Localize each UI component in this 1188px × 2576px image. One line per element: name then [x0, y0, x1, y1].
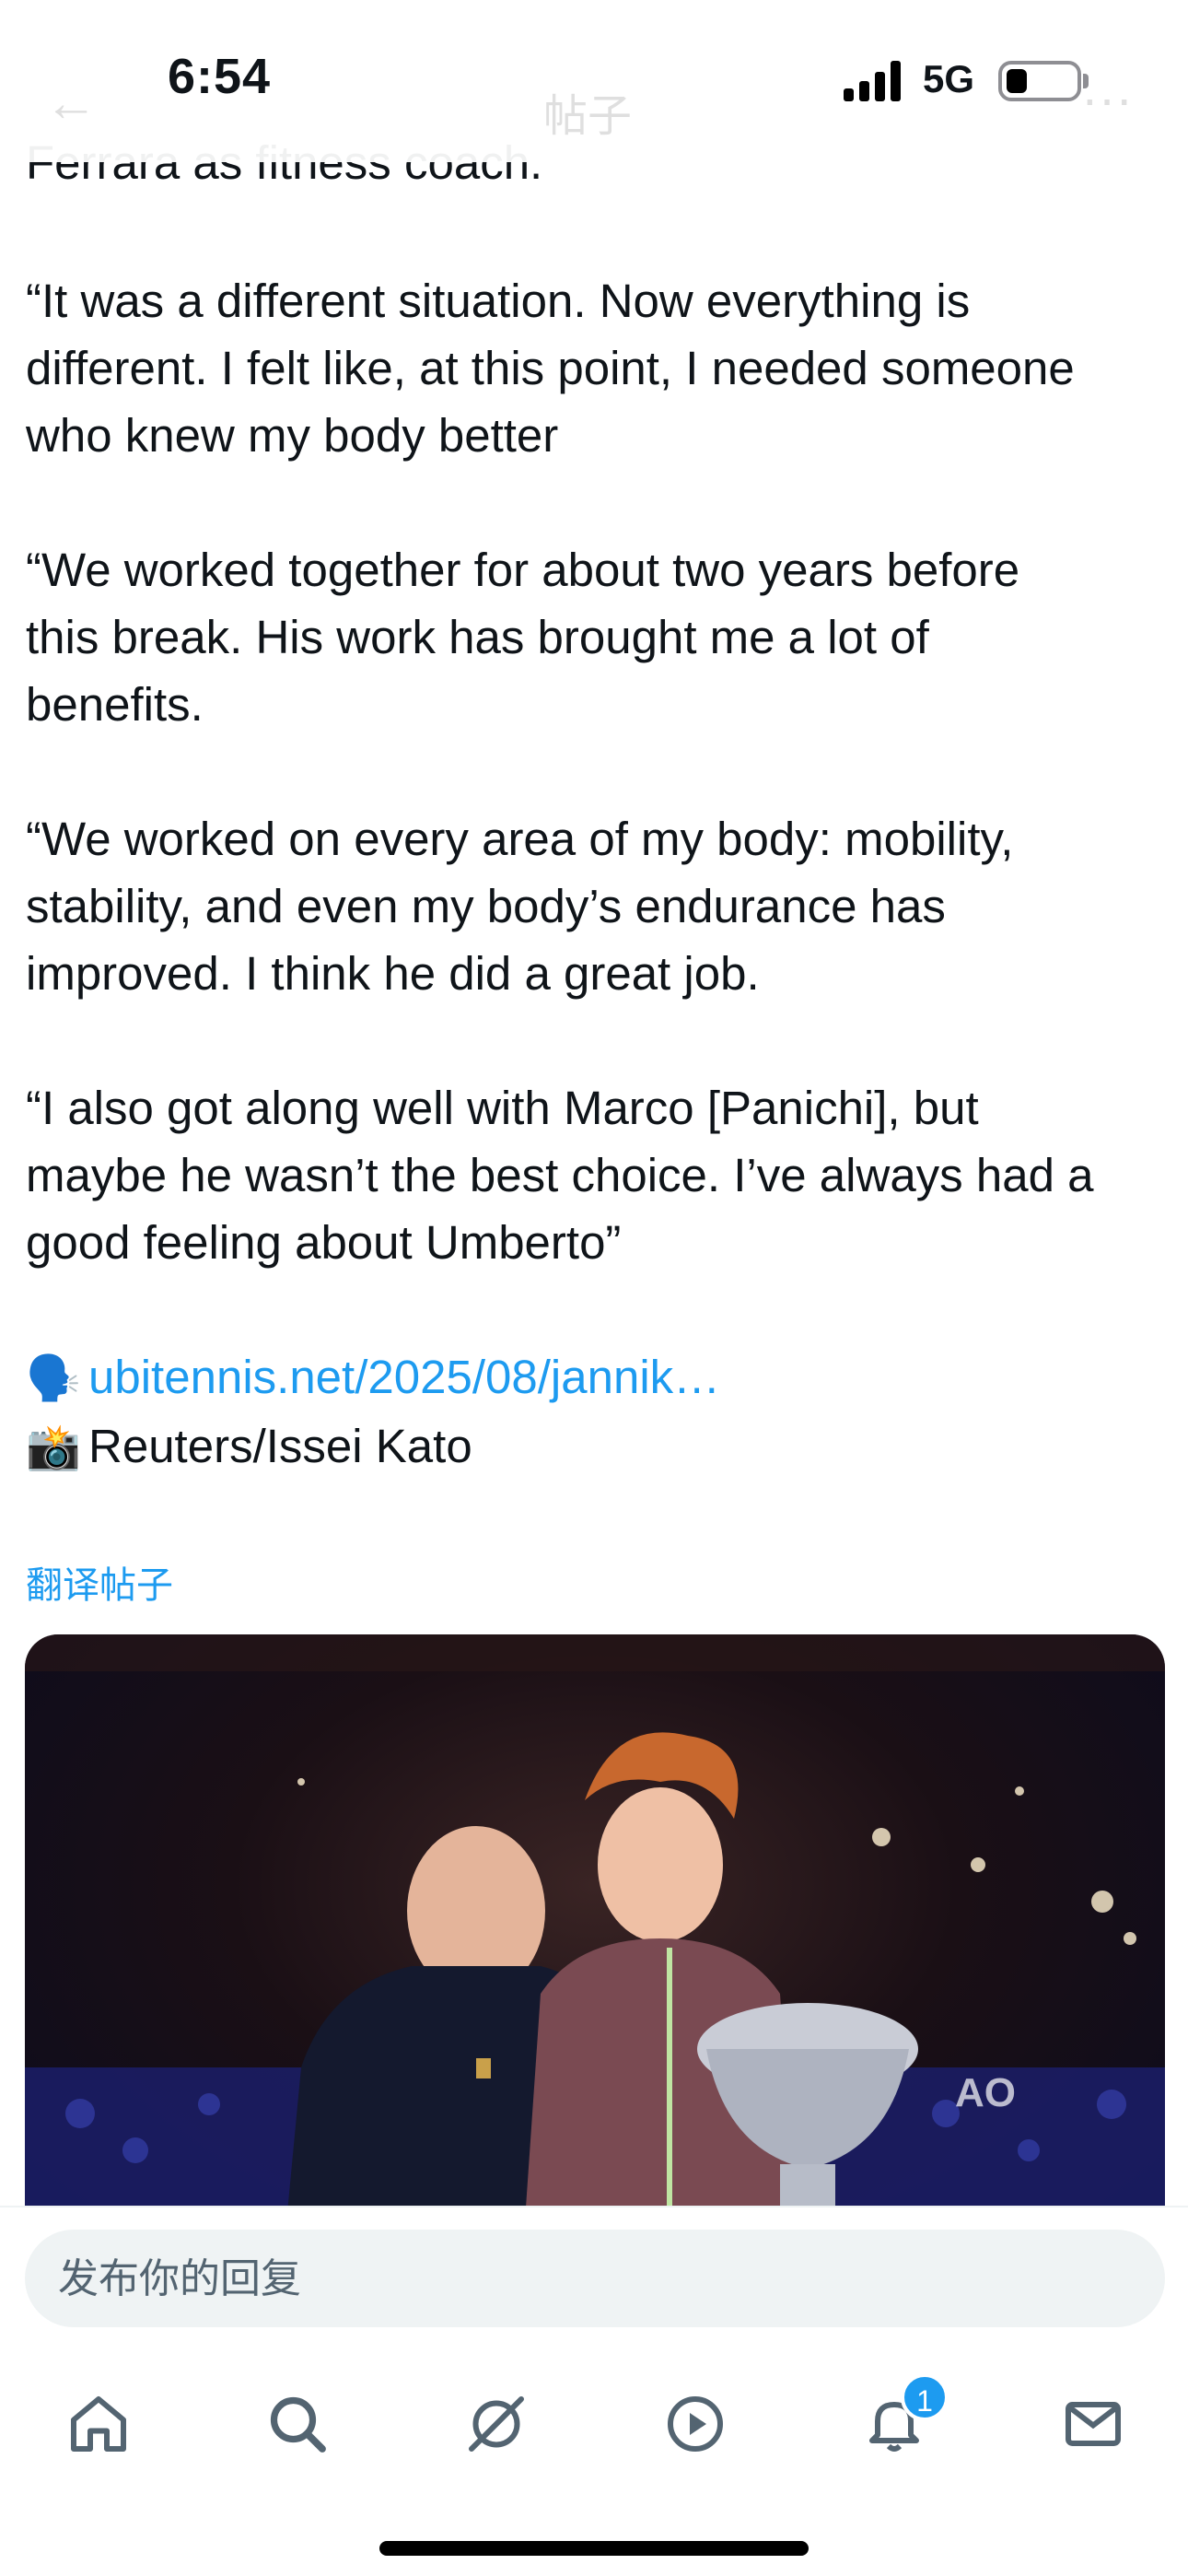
nav-home[interactable]	[48, 2373, 149, 2475]
nav-search[interactable]	[247, 2373, 348, 2475]
battery-cap	[1083, 74, 1089, 88]
search-icon	[270, 2396, 326, 2453]
speaking-head-emoji: 🗣️	[26, 1354, 81, 1403]
home-icon	[71, 2396, 126, 2452]
nav-video[interactable]	[645, 2373, 746, 2475]
svg-text:AO: AO	[955, 2070, 1016, 2115]
nav-messages[interactable]	[1042, 2373, 1144, 2475]
mail-icon	[1066, 2402, 1121, 2446]
status-bar: ← 帖子 ··· 6:54 5G	[0, 0, 1188, 162]
photo-illustration: AO	[25, 1634, 1165, 2261]
status-time: 6:54	[168, 49, 272, 104]
tweet-detail-screen: Ferrara as fitness coach. “It was a diff…	[0, 0, 1188, 2576]
tweet-photo[interactable]: AO	[25, 1634, 1165, 2261]
reply-input[interactable]	[25, 2230, 1165, 2327]
play-icon	[668, 2396, 723, 2452]
signal-icon	[844, 61, 906, 101]
photo-credit: Reuters/Issei Kato	[88, 1420, 472, 1472]
battery-icon	[998, 61, 1081, 101]
home-indicator[interactable]	[379, 2541, 809, 2556]
paragraph: “It was a different situation. Now every…	[26, 275, 1075, 462]
notification-badge: 1	[901, 2373, 949, 2421]
paragraph: “I also got along well with Marco [Panic…	[26, 1082, 1094, 1269]
source-link[interactable]: ubitennis.net/2025/08/jannik…	[88, 1351, 720, 1403]
header-title: 帖子	[543, 92, 633, 141]
back-arrow-icon[interactable]: ←	[44, 72, 98, 134]
nav-notifications[interactable]: 1	[844, 2373, 949, 2475]
network-type: 5G	[923, 57, 975, 100]
credit-line: 📸 Reuters/Issei Kato	[26, 1412, 1168, 1481]
grok-icon	[469, 2396, 524, 2452]
paragraph: “We worked together for about two years …	[26, 544, 1020, 731]
tweet-body: “It was a different situation. Now every…	[26, 267, 1168, 1481]
more-icon[interactable]: ···	[1081, 68, 1133, 128]
nav-grok[interactable]	[446, 2373, 547, 2475]
translate-post-link[interactable]: 翻译帖子	[26, 1555, 173, 1609]
source-line: 🗣️ ubitennis.net/2025/08/jannik…	[26, 1343, 1168, 1412]
paragraph: “We worked on every area of my body: mob…	[26, 813, 1014, 1000]
camera-flash-emoji: 📸	[26, 1423, 81, 1472]
